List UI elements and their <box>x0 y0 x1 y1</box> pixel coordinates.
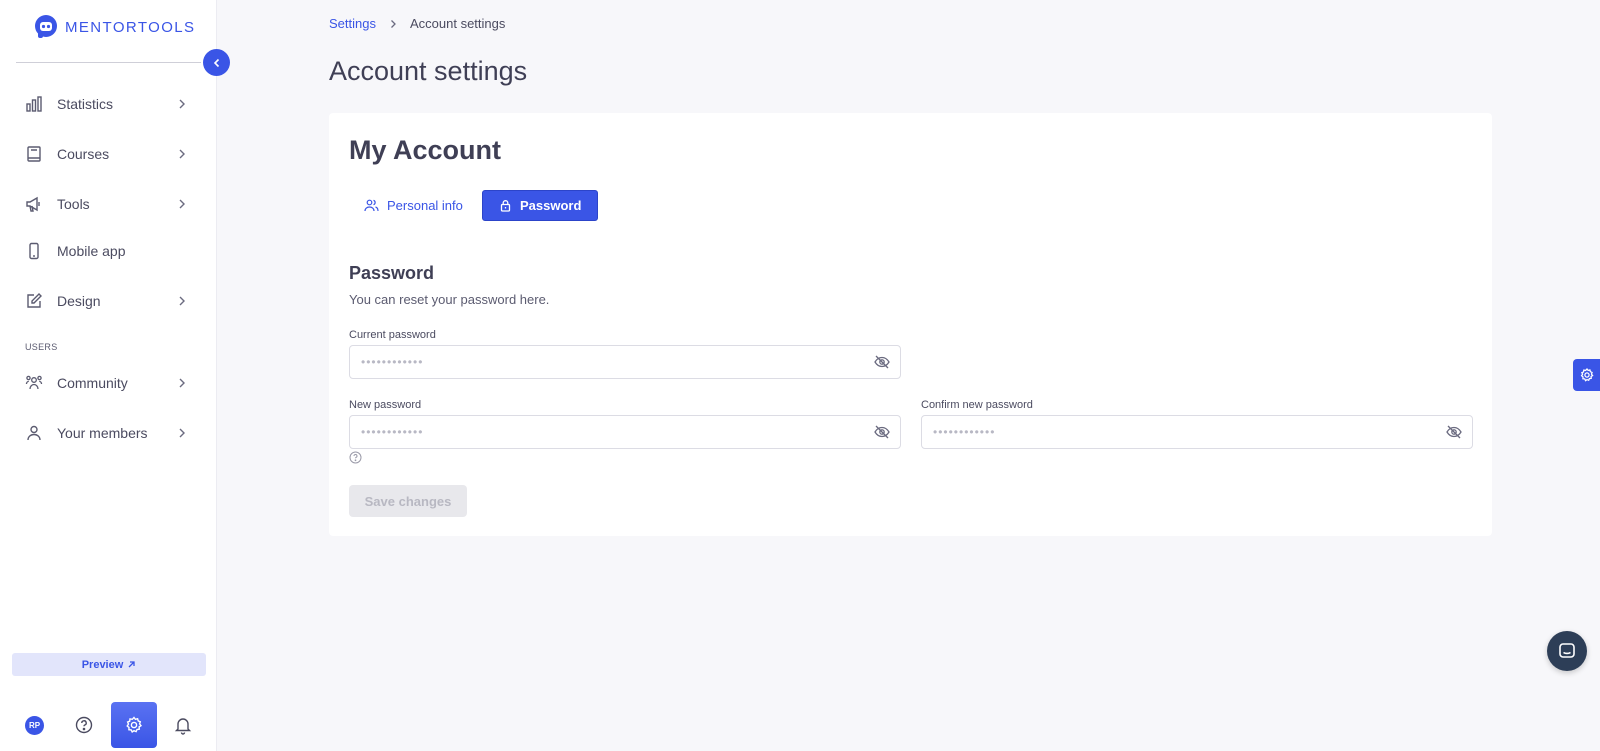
confirm-password-input[interactable] <box>922 416 1445 448</box>
sidebar-item-label: Tools <box>57 196 90 212</box>
current-password-label: Current password <box>349 329 436 341</box>
eye-off-icon[interactable] <box>1445 423 1463 441</box>
tab-label: Password <box>520 198 582 213</box>
sidebar: MENTORTOOLS Statistics Courses Tools Mob… <box>0 0 217 751</box>
mentortools-logo-icon <box>33 14 59 40</box>
tab-personal-info[interactable]: Personal info <box>350 190 477 221</box>
brand-logo[interactable]: MENTORTOOLS <box>33 14 195 40</box>
sidebar-item-community[interactable]: Community <box>0 365 217 401</box>
current-password-input[interactable] <box>350 346 873 378</box>
confirm-password-label: Confirm new password <box>921 399 1033 411</box>
chevron-right-icon <box>175 376 189 390</box>
sidebar-bottom-bar: RP <box>0 701 217 749</box>
user-icon <box>25 424 43 442</box>
sidebar-item-courses[interactable]: Courses <box>0 136 217 172</box>
gear-icon <box>124 715 144 735</box>
eye-off-icon[interactable] <box>873 353 891 371</box>
bar-chart-icon <box>25 95 43 113</box>
tab-password[interactable]: Password <box>482 190 599 221</box>
password-help-icon[interactable] <box>349 451 362 464</box>
chat-launcher-button[interactable] <box>1547 631 1587 671</box>
brand-name: MENTORTOOLS <box>65 18 196 36</box>
sidebar-item-label: Community <box>57 375 128 391</box>
breadcrumb: Settings Account settings <box>329 16 505 31</box>
sidebar-section-users: USERS <box>25 342 58 352</box>
sidebar-item-mobile-app[interactable]: Mobile app <box>0 233 217 269</box>
current-password-field <box>349 345 901 379</box>
phone-icon <box>25 242 43 260</box>
sidebar-item-label: Design <box>57 293 101 309</box>
chevron-right-icon <box>175 97 189 111</box>
book-icon <box>25 145 43 163</box>
chevron-left-icon <box>211 57 223 69</box>
chevron-right-icon <box>175 426 189 440</box>
avatar[interactable]: RP <box>25 716 44 735</box>
eye-off-icon[interactable] <box>873 423 891 441</box>
sidebar-item-design[interactable]: Design <box>0 283 217 319</box>
password-section-description: You can reset your password here. <box>349 292 550 307</box>
new-password-label: New password <box>349 399 422 411</box>
floating-settings-button[interactable] <box>1573 359 1600 391</box>
preview-button[interactable]: Preview <box>12 653 206 676</box>
account-card: My Account Personal info Password Passwo… <box>329 113 1492 536</box>
sidebar-item-label: Statistics <box>57 96 114 112</box>
sidebar-item-tools[interactable]: Tools <box>0 186 217 222</box>
confirm-password-field <box>921 415 1473 449</box>
sidebar-divider <box>16 62 201 63</box>
chat-icon <box>1557 641 1577 661</box>
chevron-right-icon <box>388 19 398 29</box>
card-title: My Account <box>349 135 502 165</box>
new-password-field <box>349 415 901 449</box>
preview-button-label: Preview <box>81 658 124 671</box>
community-icon <box>25 374 43 392</box>
lock-icon <box>499 199 512 212</box>
megaphone-icon <box>25 195 43 213</box>
sidebar-item-label: Mobile app <box>57 243 126 259</box>
chevron-right-icon <box>175 294 189 308</box>
password-section-title: Password <box>349 263 435 283</box>
breadcrumb-current: Account settings <box>409 16 506 31</box>
page-title: Account settings <box>329 56 528 86</box>
help-icon[interactable] <box>74 715 94 735</box>
external-link-icon <box>127 660 136 669</box>
save-changes-button[interactable]: Save changes <box>349 485 467 517</box>
sidebar-item-label: Your members <box>57 425 148 441</box>
collapse-sidebar-button[interactable] <box>203 49 230 76</box>
gear-icon <box>1579 367 1595 383</box>
new-password-input[interactable] <box>350 416 873 448</box>
tab-label: Personal info <box>387 198 463 213</box>
sidebar-item-label: Courses <box>57 146 110 162</box>
users-icon <box>364 198 379 213</box>
bell-icon[interactable] <box>173 715 193 735</box>
sidebar-item-your-members[interactable]: Your members <box>0 415 217 451</box>
pencil-icon <box>25 292 43 310</box>
sidebar-item-statistics[interactable]: Statistics <box>0 86 217 122</box>
chevron-right-icon <box>175 197 189 211</box>
settings-button[interactable] <box>111 702 157 748</box>
breadcrumb-settings-link[interactable]: Settings <box>329 16 376 31</box>
chevron-right-icon <box>175 147 189 161</box>
